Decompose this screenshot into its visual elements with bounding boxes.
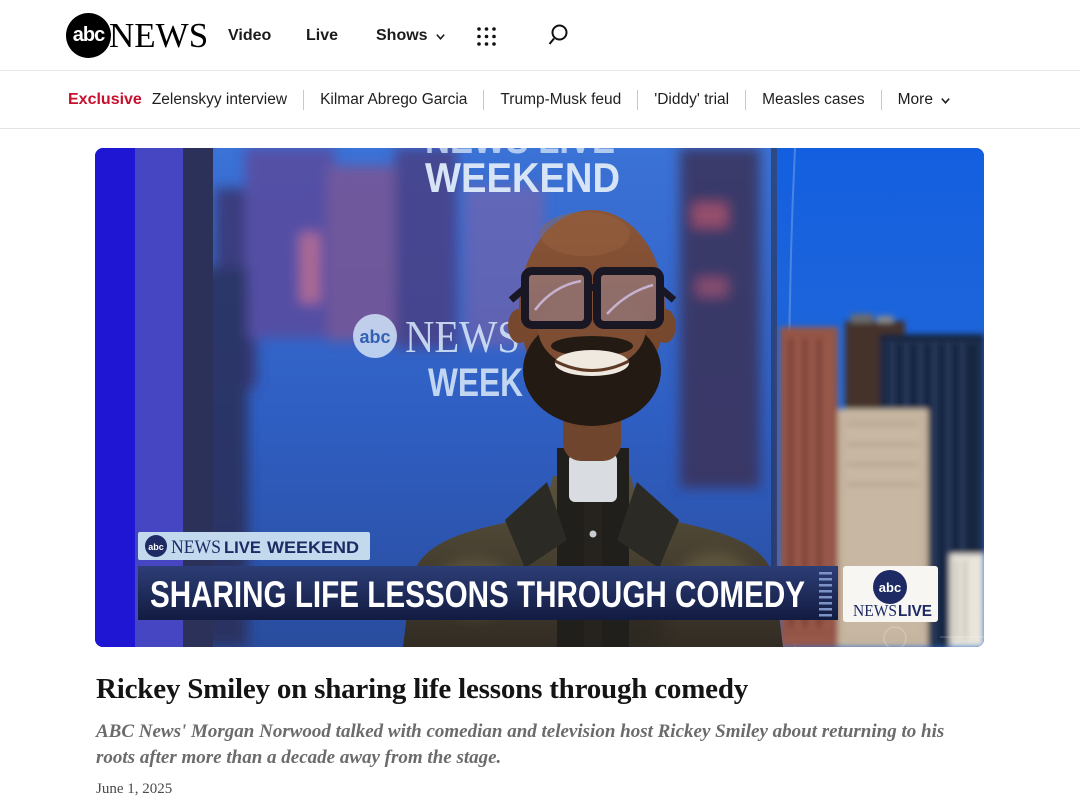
screen-weekend-text: WEEKEND: [425, 154, 620, 201]
nav-video[interactable]: Video: [228, 0, 271, 71]
site-header: abc NEWS Video Live Shows: [0, 0, 1080, 71]
topics-more-label: More: [898, 91, 933, 109]
bug-live-text: LIVE: [898, 603, 932, 620]
topic-separator: [637, 90, 638, 110]
article-date: June 1, 2025: [96, 781, 986, 798]
topic-link-measles[interactable]: Measles cases: [762, 91, 865, 109]
video-frame: NEWS LIVE WEEKEND abc NEWS WEEK: [95, 148, 984, 647]
logo-news-text: NEWS: [109, 13, 208, 58]
topic-separator: [745, 90, 746, 110]
topics-more-button[interactable]: More: [898, 91, 951, 109]
article-summary: Rickey Smiley on sharing life lessons th…: [96, 673, 986, 798]
chevron-down-icon: [940, 95, 951, 106]
banner-abc-text: abc: [148, 542, 164, 552]
banner-live-text: LIVE: [224, 538, 261, 557]
nav-shows-label: Shows: [376, 27, 428, 45]
video-player[interactable]: NEWS LIVE WEEKEND abc NEWS WEEK: [95, 148, 984, 647]
banner-news-text: NEWS: [171, 537, 221, 558]
topic-link-zelenskyy[interactable]: Zelenskyy interview: [152, 91, 287, 109]
chevron-down-icon: [435, 31, 446, 42]
trending-topics-bar: Exclusive Zelenskyy interview Kilmar Abr…: [0, 71, 1080, 129]
chyron-headline-text: SHARING LIFE LESSONS THROUGH COMEDY: [150, 574, 805, 615]
topic-link-abrego-garcia[interactable]: Kilmar Abrego Garcia: [320, 91, 467, 109]
nav-live[interactable]: Live: [306, 0, 338, 71]
article-dek: ABC News' Morgan Norwood talked with com…: [96, 719, 976, 770]
banner-weekend-text: WEEKEND: [267, 538, 359, 557]
bug-news-text: NEWS: [853, 601, 897, 620]
exclusive-badge: Exclusive: [68, 91, 142, 109]
topic-separator: [483, 90, 484, 110]
topic-link-trump-musk[interactable]: Trump-Musk feud: [500, 91, 621, 109]
topic-link-diddy[interactable]: 'Diddy' trial: [654, 91, 729, 109]
topic-separator: [303, 90, 304, 110]
screen-week-text: WEEK: [428, 361, 523, 405]
topic-separator: [881, 90, 882, 110]
screen-news-text: NEWS: [405, 311, 520, 362]
screen-abc-text: abc: [359, 327, 390, 347]
article-title: Rickey Smiley on sharing life lessons th…: [96, 673, 986, 706]
apps-grid-icon[interactable]: [476, 26, 497, 47]
nav-shows[interactable]: Shows: [376, 0, 446, 71]
abc-logo-icon: abc: [66, 13, 111, 58]
search-icon[interactable]: [547, 24, 569, 47]
bug-abc-text: abc: [879, 580, 901, 595]
abc-news-logo[interactable]: abc NEWS: [66, 13, 208, 58]
